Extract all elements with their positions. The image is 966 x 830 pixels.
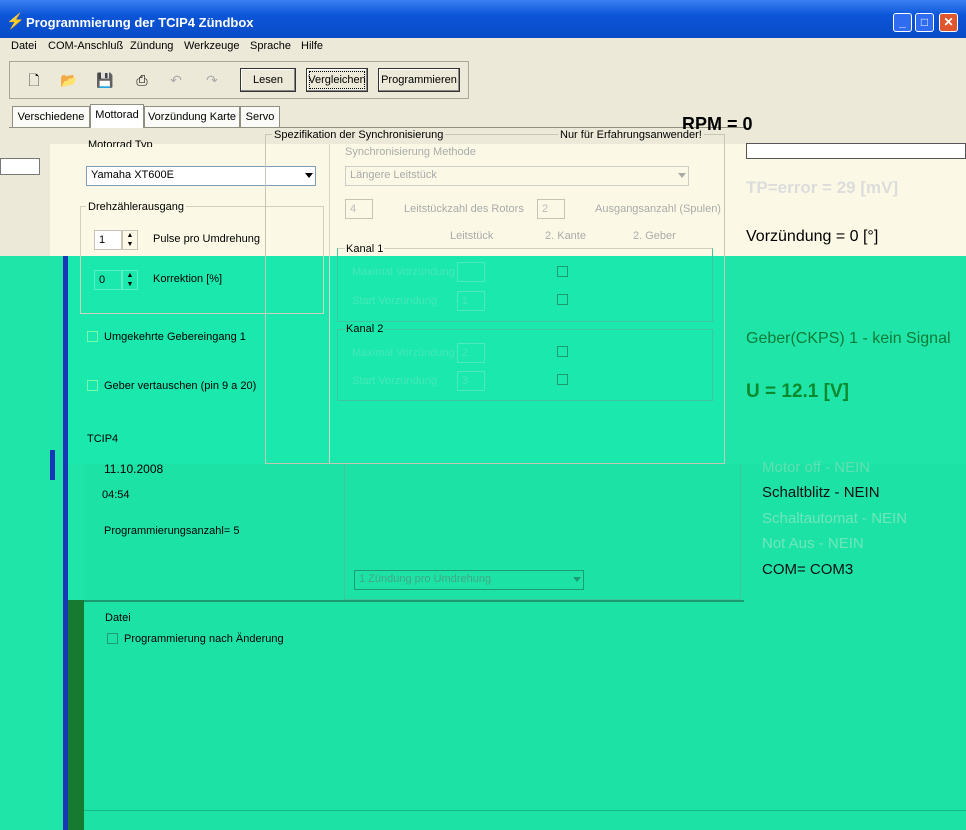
leitstueck-field[interactable]: 4 — [345, 199, 373, 219]
section-divider — [84, 600, 744, 602]
zuendung-value: 1 Zündung pro Umdrehung — [359, 573, 492, 585]
app-spark-icon: ⚡ — [6, 13, 25, 30]
motorrad-typ-value: Yamaha XT600E — [91, 169, 174, 181]
sync-methode-label: Synchronisierung Methode — [345, 146, 476, 158]
date-label: 11.10.2008 — [104, 462, 164, 476]
k2-start-field[interactable]: 3 — [457, 371, 485, 391]
col-kante: 2. Kante — [545, 230, 586, 242]
close-button[interactable]: ✕ — [939, 13, 958, 32]
prog-nach-checkbox[interactable] — [107, 633, 118, 644]
not-aus-status: Not Aus - NEIN — [762, 535, 864, 552]
time-label: 04:54 — [102, 489, 130, 501]
tab-mottorad[interactable]: Mottorad — [90, 104, 144, 128]
pulse-stepper[interactable]: ▲ ▼ — [122, 230, 138, 250]
tp-readout: TP=error = 29 [mV] — [746, 178, 899, 197]
k2-max-checkbox[interactable] — [557, 346, 568, 357]
menu-zuendung[interactable]: Zündung — [130, 40, 173, 52]
umgekehrte-label: Umgekehrte Gebereingang 1 — [104, 331, 246, 343]
sync-methode-select[interactable]: Längere Leitstück — [345, 166, 689, 186]
col-geber: 2. Geber — [633, 230, 676, 242]
k1-max-field[interactable] — [457, 262, 485, 282]
tab-vorzuendung-karte[interactable]: Vorzündung Karte — [144, 106, 240, 128]
left-green-strip — [68, 600, 84, 830]
sync-methode-value: Längere Leitstück — [350, 169, 437, 181]
drehzahl-group-label: Drehzählerausgang — [86, 201, 187, 213]
tab-verschiedene[interactable]: Verschiedene — [12, 106, 90, 128]
menu-hilfe[interactable]: Hilfe — [301, 40, 323, 52]
kanal1-group — [337, 248, 713, 322]
print-icon[interactable]: ⎙ — [128, 67, 156, 93]
motorrad-typ-label: Motorrad Typ — [88, 139, 153, 147]
new-file-icon[interactable]: 🗋 — [20, 67, 48, 93]
left-border-strip-upper — [50, 450, 55, 480]
tcip4-label: TCIP4 — [87, 433, 119, 445]
redo-icon[interactable]: ↷ — [198, 67, 226, 93]
programmieren-button[interactable]: Programmieren — [378, 68, 460, 92]
prog-nach-label: Programmierung nach Änderung — [124, 633, 284, 645]
ausgang-label: Ausgangsanzahl (Spulen) — [595, 203, 721, 215]
schaltautomat-status: Schaltautomat - NEIN — [762, 510, 908, 527]
k1-max-checkbox[interactable] — [557, 266, 568, 277]
window-title: Programmierung der TCIP4 Zündbox — [26, 15, 254, 30]
umgekehrte-checkbox[interactable] — [87, 331, 98, 342]
k1-max-label: Maximal Vorzündung — [352, 266, 455, 278]
left-cut-field — [0, 158, 40, 175]
geber-readout: Geber(CKPS) 1 - kein Signal — [746, 330, 951, 347]
k2-start-checkbox[interactable] — [557, 374, 568, 385]
k1-start-field[interactable]: 1 — [457, 291, 485, 311]
expert-note: Nur für Erfahrungsanwender! — [558, 129, 704, 141]
k2-max-label: Maximal Vorzündung — [352, 347, 455, 359]
geber-vertauschen-checkbox[interactable] — [87, 380, 98, 391]
status-bar-divider — [84, 810, 966, 811]
kanal2-label: Kanal 2 — [345, 323, 385, 335]
geber-vertauschen-label: Geber vertauschen (pin 9 a 20) — [104, 380, 257, 392]
motor-off-status: Motor off - NEIN — [762, 459, 871, 476]
pulse-label: Pulse pro Umdrehung — [153, 233, 261, 245]
rpm-readout: RPM = 0 — [682, 114, 753, 130]
leitstueck-label: Leitstückzahl des Rotors — [404, 203, 524, 215]
vorzuendung-readout: Vorzündung = 0 [°] — [746, 228, 879, 245]
sync-group-label: Spezifikation der Synchronisierung — [272, 129, 446, 141]
ausgang-field[interactable]: 2 — [537, 199, 565, 219]
k1-start-checkbox[interactable] — [557, 294, 568, 305]
save-disk-icon[interactable]: 💾 — [91, 67, 119, 93]
chevron-down-icon — [678, 173, 686, 178]
pulse-field[interactable]: 1 — [94, 230, 122, 250]
kanal2-group — [337, 329, 713, 401]
maximize-button[interactable]: □ — [915, 13, 934, 32]
rpm-bar — [746, 143, 966, 159]
undo-icon[interactable]: ↶ — [162, 67, 190, 93]
menu-werkzeuge[interactable]: Werkzeuge — [184, 40, 239, 52]
col-leitstueck: Leitstück — [450, 230, 494, 242]
voltage-readout: U = 12.1 [V] — [746, 381, 849, 402]
open-folder-icon[interactable]: 📂 — [55, 67, 83, 93]
kanal1-label: Kanal 1 — [345, 243, 385, 255]
minimize-button[interactable]: _ — [893, 13, 912, 32]
vergleichen-button[interactable]: Vergleichen — [306, 68, 368, 92]
korrektion-field[interactable]: 0 — [94, 270, 122, 290]
datei-label: Datei — [105, 612, 131, 624]
k2-start-label: Start Vorzündung — [352, 375, 438, 387]
tab-servo[interactable]: Servo — [240, 106, 280, 128]
menu-datei[interactable]: Datei — [11, 40, 37, 52]
korrektion-stepper[interactable]: ▲ ▼ — [122, 270, 138, 290]
menu-com-anschluss[interactable]: COM-Anschluß — [48, 40, 123, 52]
zuendung-select[interactable]: 1 Zündung pro Umdrehung — [354, 570, 584, 590]
schaltblitz-status: Schaltblitz - NEIN — [762, 484, 880, 501]
com-status: COM= COM3 — [762, 561, 854, 578]
k2-max-field[interactable]: 2 — [457, 343, 485, 363]
lesen-button[interactable]: Lesen — [240, 68, 296, 92]
k1-start-label: Start Vorzündung — [352, 295, 438, 307]
prog-count-label: Programmierungsanzahl= 5 — [104, 525, 240, 537]
chevron-down-icon — [573, 577, 581, 582]
menu-sprache[interactable]: Sprache — [250, 40, 291, 52]
korrektion-label: Korrektion [%] — [153, 273, 223, 285]
